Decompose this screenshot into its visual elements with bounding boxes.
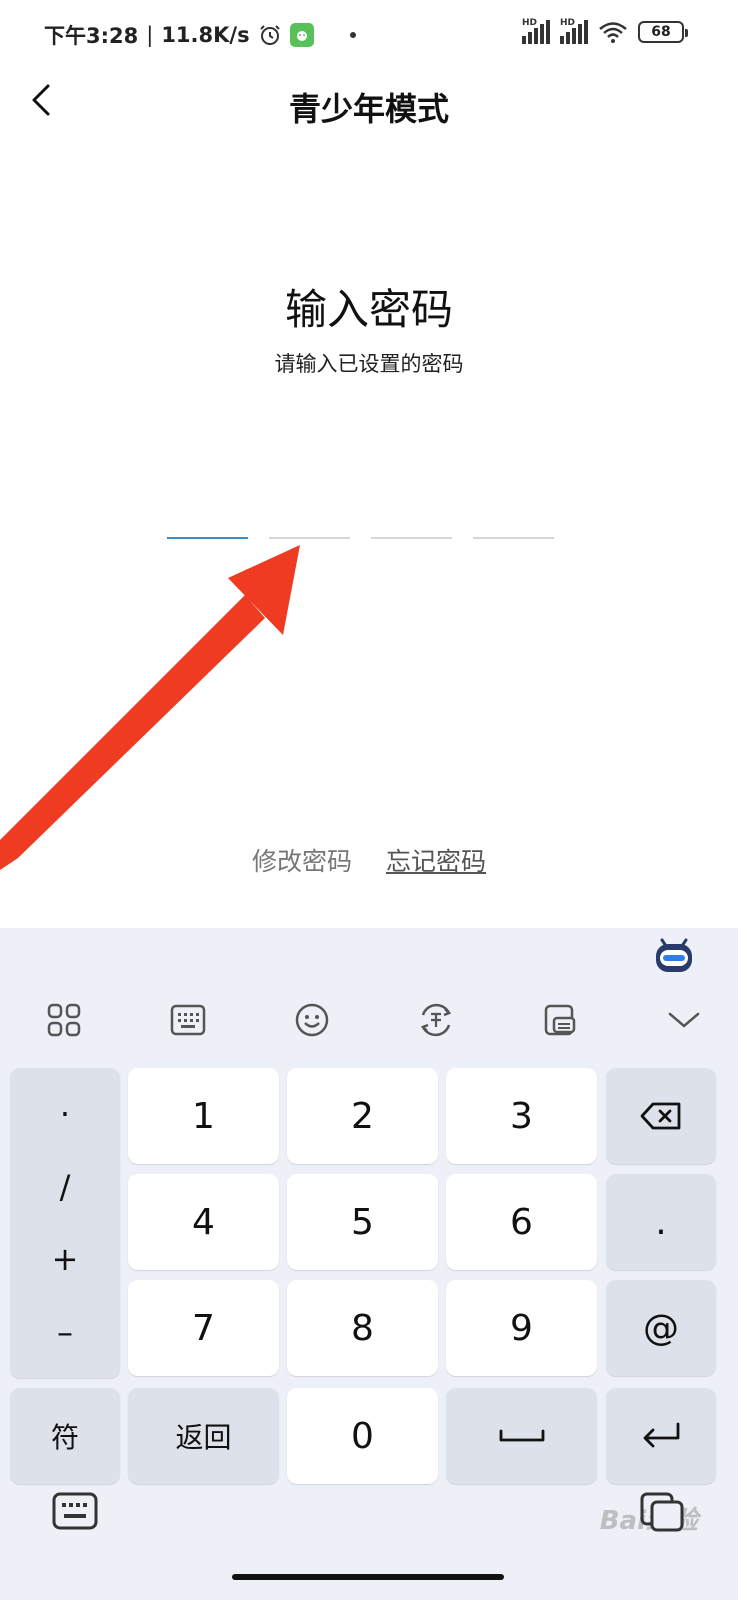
keyboard-layout-icon[interactable] [168, 1000, 208, 1040]
top-bar: 青少年模式 [0, 68, 738, 138]
cell-signal-2-icon: HD [560, 18, 588, 44]
annotation-arrow-icon [0, 545, 300, 870]
space-key[interactable] [446, 1388, 597, 1484]
password-slot-4[interactable] [473, 537, 554, 539]
change-password-link[interactable]: 修改密码 [252, 842, 352, 878]
keyboard-toolbar [0, 986, 738, 1054]
cell-signal-1-icon: HD [522, 18, 550, 44]
forgot-password-link[interactable]: 忘记密码 [386, 842, 486, 878]
clipboard-icon[interactable] [640, 1492, 684, 1532]
key-2[interactable]: 2 [287, 1068, 438, 1164]
key-6[interactable]: 6 [446, 1174, 597, 1270]
password-slot-3[interactable] [371, 537, 452, 539]
password-slot-2[interactable] [269, 537, 350, 539]
wifi-icon [599, 22, 627, 43]
status-time: 下午3:28 [44, 24, 139, 48]
key-3[interactable]: 3 [446, 1068, 597, 1164]
key-7[interactable]: 7 [128, 1280, 279, 1376]
numeric-keyboard: · / + – 1 2 3 4 5 6 . 7 8 9 @ 符 返回 0 Bai… [0, 928, 738, 1600]
backspace-icon [640, 1102, 681, 1130]
password-slot-1[interactable] [167, 537, 248, 539]
key-at[interactable]: @ [606, 1280, 716, 1376]
status-left: 下午3:28 | 11.8K/s [44, 20, 356, 50]
password-title: 输入密码 [284, 285, 453, 334]
alarm-clock-icon [259, 25, 280, 45]
page-title: 青少年模式 [288, 90, 449, 128]
status-separator: | [146, 23, 154, 47]
key-period[interactable]: . [606, 1174, 716, 1270]
password-subtitle: 请输入已设置的密码 [274, 352, 464, 376]
collapse-keyboard-icon[interactable] [664, 1000, 704, 1040]
key-5[interactable]: 5 [287, 1174, 438, 1270]
network-speed: 11.8K/s [161, 23, 250, 47]
symbols-key[interactable]: 符 [10, 1388, 120, 1484]
symbol-key-minus[interactable]: – [57, 1313, 73, 1351]
key-1[interactable]: 1 [128, 1068, 279, 1164]
emoji-icon[interactable] [292, 1000, 332, 1040]
keyboard-bottom-bar: Bai经验 [0, 1478, 738, 1600]
home-indicator[interactable] [232, 1574, 504, 1580]
apps-grid-icon[interactable] [44, 1000, 84, 1040]
back-key[interactable]: 返回 [128, 1388, 279, 1484]
symbol-column[interactable]: · / + – [10, 1068, 120, 1378]
assistant-robot-icon[interactable] [652, 932, 696, 976]
space-icon [499, 1429, 544, 1442]
symbol-key-plus[interactable]: + [52, 1240, 79, 1278]
password-input[interactable] [167, 537, 554, 539]
enter-key[interactable] [606, 1388, 716, 1484]
backspace-key[interactable] [606, 1068, 716, 1164]
symbol-key-dot[interactable]: · [60, 1095, 70, 1133]
symbol-key-slash[interactable]: / [60, 1168, 71, 1206]
clipboard-toolbar-icon[interactable] [540, 1000, 580, 1040]
key-4[interactable]: 4 [128, 1174, 279, 1270]
app-notification-icon [289, 23, 314, 47]
status-bar: 下午3:28 | 11.8K/s HD HD 68 [0, 0, 738, 68]
password-links: 修改密码 忘记密码 [0, 842, 738, 878]
key-9[interactable]: 9 [446, 1280, 597, 1376]
key-8[interactable]: 8 [287, 1280, 438, 1376]
notification-dot-icon [349, 32, 356, 38]
battery-icon: 68 [638, 21, 688, 43]
status-right: HD HD 68 [522, 18, 688, 44]
key-0[interactable]: 0 [287, 1388, 438, 1484]
switch-keyboard-icon[interactable] [52, 1492, 98, 1532]
translate-icon[interactable] [416, 1000, 456, 1040]
enter-icon [643, 1422, 680, 1448]
keyboard-top [0, 928, 738, 1058]
